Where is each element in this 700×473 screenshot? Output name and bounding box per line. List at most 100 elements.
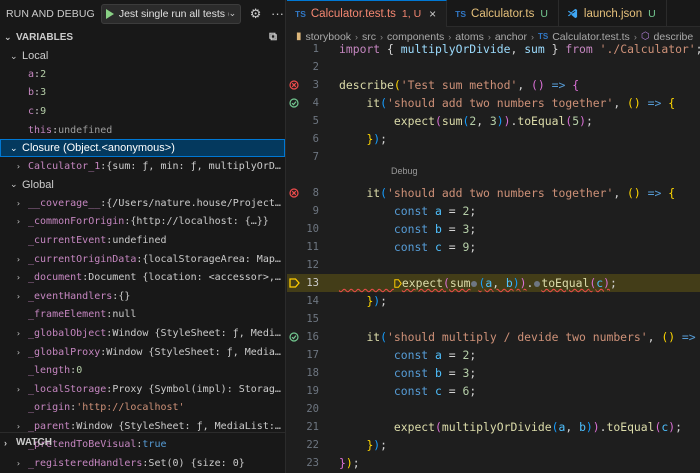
chevron-down-icon: ⌄ (10, 179, 18, 190)
variable-value: {/Users/nature.house/Projects/storyboo… (106, 197, 285, 209)
test-failed-icon[interactable] (287, 184, 301, 202)
variable-row[interactable]: b: 3 (0, 84, 285, 103)
chevron-right-icon[interactable]: › (16, 273, 28, 282)
variable-name: _localStorage (28, 383, 107, 395)
code-line[interactable]: 4 it('should add two numbers together', … (287, 94, 700, 112)
chevron-right-icon[interactable]: › (16, 459, 28, 468)
chevron-right-icon[interactable]: › (16, 348, 28, 357)
line-number: 16 (306, 331, 319, 343)
code-line[interactable]: 5 expect(sum(2, 3)).toEqual(5); (287, 112, 700, 130)
variable-row[interactable]: this: undefined (0, 121, 285, 140)
tab-calculator-test[interactable]: TS Calculator.test.ts 1, U × (287, 0, 448, 27)
line-number: 20 (306, 403, 319, 415)
variable-row[interactable]: c: 9 (0, 102, 285, 121)
chevron-right-icon[interactable]: › (16, 217, 28, 226)
code-line[interactable]: 14 }); (287, 292, 700, 310)
chevron-right-icon[interactable]: › (16, 199, 28, 208)
scope-closure[interactable]: ⌄ Closure (Object.<anonymous>) (0, 139, 285, 158)
line-number: 6 (312, 133, 319, 145)
variable-row[interactable]: › _currentOriginData: {localStorageArea: … (0, 250, 285, 269)
code-line[interactable]: 16 it('should multiply / devide two numb… (287, 328, 700, 346)
start-debugging-icon[interactable] (105, 8, 114, 19)
line-number: 22 (306, 439, 319, 451)
chevron-down-icon: ⌄ (10, 50, 18, 61)
debug-config-select[interactable]: Jest single run all tests (storybook ⌄ (100, 3, 242, 24)
code-line[interactable]: 15 (287, 310, 700, 328)
tab-label: Calculator.test.ts (310, 8, 396, 20)
variable-name: _parent (28, 420, 71, 432)
variable-row[interactable]: › Calculator_1: {sum: ƒ, min: ƒ, multiply… (0, 157, 285, 176)
debug-codelens[interactable]: Debug (391, 166, 418, 176)
chevron-right-icon[interactable]: › (16, 292, 28, 301)
code-text: }); (366, 294, 388, 308)
inline-breakpoint-icon[interactable] (534, 280, 541, 287)
variable-name: _currentOriginData (28, 253, 137, 265)
test-passed-icon[interactable] (287, 328, 301, 346)
code-line[interactable]: 22 }); (287, 436, 700, 454)
code-line[interactable]: 3 describe('Test sum method', () => { (287, 76, 700, 94)
typescript-file-icon: TS (295, 9, 306, 19)
tab-launch-json[interactable]: launch.json U (559, 0, 667, 27)
scope-local[interactable]: ⌄ Local (0, 47, 285, 65)
chevron-right-icon[interactable]: › (16, 385, 28, 394)
variable-name: _eventHandlers (28, 290, 113, 302)
code-line[interactable]: 6 }); (287, 130, 700, 148)
line-number: 3 (312, 79, 319, 91)
inline-breakpoint-icon[interactable] (471, 280, 478, 287)
line-number: 14 (306, 295, 319, 307)
variable-row[interactable]: _length: 0 (0, 361, 285, 380)
variable-row[interactable]: _origin: 'http://localhost' (0, 399, 285, 418)
debug-config-label: Jest single run all tests (storybook (118, 7, 229, 20)
chevron-right-icon[interactable]: › (16, 162, 28, 171)
current-execution-line[interactable]: 13 expect(sum (a, b)). toEqual(c); (287, 274, 700, 292)
collapse-all-icon[interactable]: ⧉ (269, 31, 277, 44)
code-line[interactable]: 7 (287, 148, 700, 166)
variable-row[interactable]: › _document: Document {location: <accesso… (0, 268, 285, 287)
more-actions-icon[interactable]: ··· (270, 6, 285, 22)
code-line[interactable]: 20 (287, 400, 700, 418)
test-passed-icon[interactable] (287, 94, 301, 112)
code-line[interactable]: 17 const a = 2; (287, 346, 700, 364)
line-number: 2 (312, 61, 319, 73)
variable-row[interactable]: a: 2 (0, 65, 285, 84)
variable-row[interactable]: › _globalProxy: Window {StyleSheet: ƒ, Me… (0, 343, 285, 362)
code-line[interactable]: 23 }); (287, 454, 700, 472)
line-number: 15 (306, 313, 319, 325)
variable-row[interactable]: › _localStorage: Proxy {Symbol(impl): Sto… (0, 380, 285, 399)
watch-section-header[interactable]: › WATCH (0, 432, 285, 452)
variable-value: 0 (76, 365, 83, 377)
code-line[interactable]: 8 it('should add two numbers together', … (287, 184, 700, 202)
variable-row[interactable]: › _registeredHandlers: Set(0) {size: 0} (0, 454, 285, 473)
variables-section-header[interactable]: ⌄ VARIABLES ⧉ (0, 27, 285, 47)
code-line[interactable]: 21 expect(multiplyOrDivide(a, b)).toEqua… (287, 418, 700, 436)
code-line[interactable]: 9 const a = 2; (287, 202, 700, 220)
chevron-down-icon[interactable]: ⌄ (229, 8, 237, 19)
gear-icon[interactable]: ⚙ (248, 6, 263, 22)
variable-row[interactable]: › _eventHandlers: {} (0, 287, 285, 306)
code-line[interactable]: 1 import { multiplyOrDivide, sum } from … (287, 40, 700, 58)
variable-row[interactable]: _currentEvent: undefined (0, 231, 285, 250)
line-number: 12 (306, 259, 319, 271)
scope-label: Local (22, 50, 49, 62)
code-line[interactable]: 19 const c = 6; (287, 382, 700, 400)
variable-row[interactable]: _frameElement: null (0, 306, 285, 325)
code-line[interactable]: 12 (287, 256, 700, 274)
test-failed-icon[interactable] (287, 76, 301, 94)
code-line[interactable]: 2 (287, 58, 700, 76)
chevron-right-icon[interactable]: › (16, 422, 28, 431)
paused-breakpoint-icon[interactable] (287, 274, 301, 292)
chevron-right-icon[interactable]: › (16, 329, 28, 338)
code-text: describe('Test sum method', () => { (339, 78, 580, 92)
close-icon[interactable]: × (429, 7, 436, 21)
scope-global[interactable]: ⌄ Global (0, 176, 285, 194)
tab-calculator[interactable]: TS Calculator.ts U (447, 0, 559, 27)
variable-value: {http://localhost: {…}} (130, 216, 269, 228)
code-line[interactable]: 18 const b = 3; (287, 364, 700, 382)
variable-row[interactable]: › __coverage__: {/Users/nature.house/Proj… (0, 194, 285, 213)
variable-row[interactable]: › _commonForOrigin: {http://localhost: {…… (0, 213, 285, 232)
variable-row[interactable]: › _globalObject: Window {StyleSheet: ƒ, M… (0, 324, 285, 343)
line-number: 7 (312, 151, 319, 163)
code-line[interactable]: 11 const c = 9; (287, 238, 700, 256)
code-line[interactable]: 10 const b = 3; (287, 220, 700, 238)
chevron-right-icon[interactable]: › (16, 255, 28, 264)
